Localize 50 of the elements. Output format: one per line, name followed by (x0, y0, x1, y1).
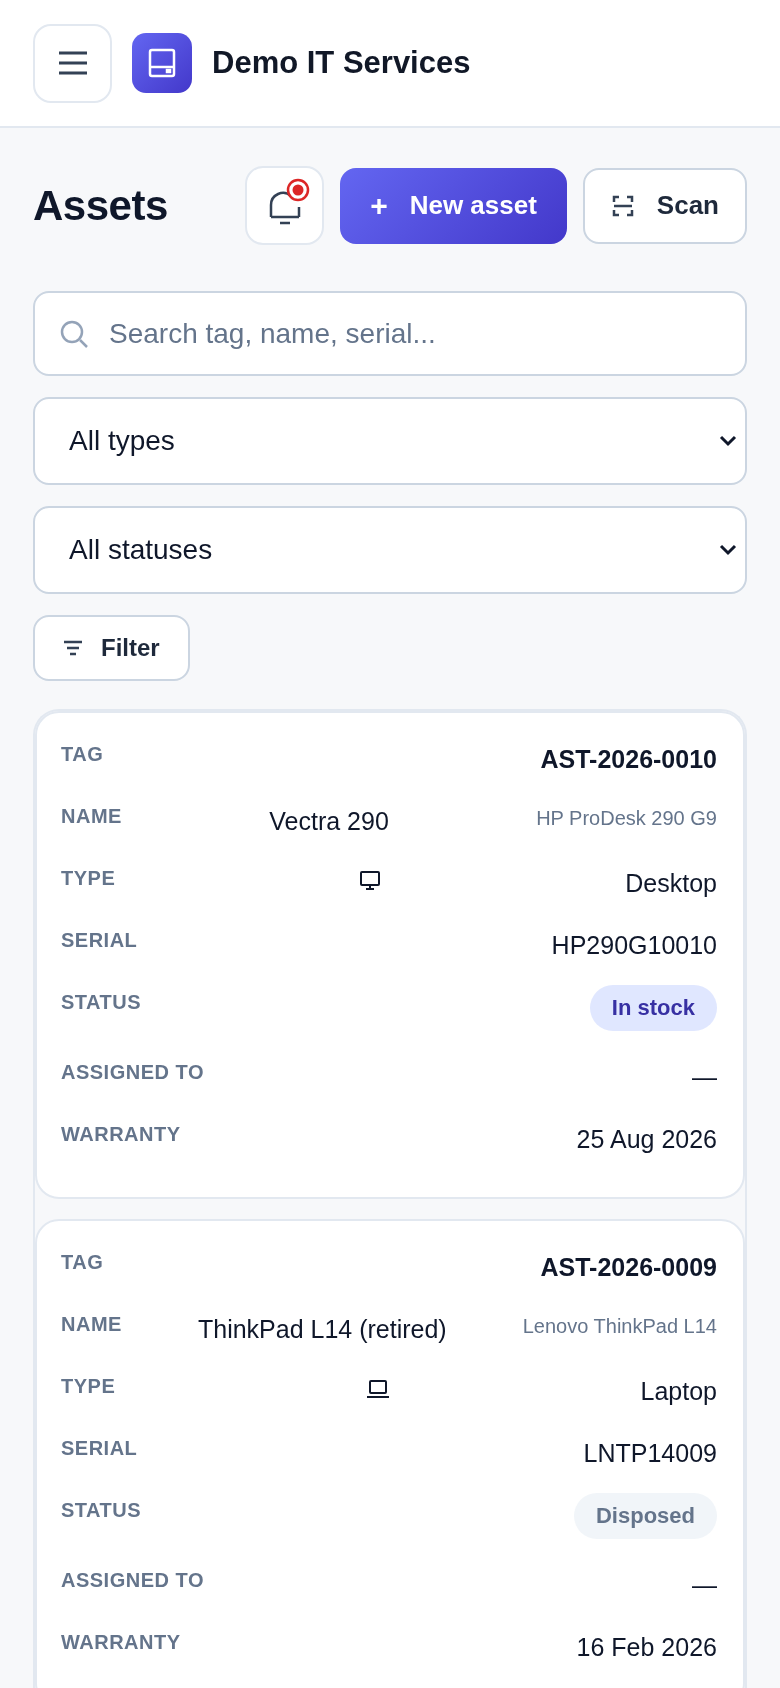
chevron-down-icon (719, 544, 737, 556)
page-title: Assets (33, 181, 169, 230)
asset-serial: LNTP14009 (583, 1438, 717, 1468)
warranty-date: 25 Aug 2026 (576, 1124, 717, 1154)
field-label: TYPE (61, 866, 116, 890)
asset-model: HP ProDesk 290 G9 (536, 806, 717, 830)
asset-type: Laptop (640, 1376, 717, 1406)
field-label: STATUS (61, 990, 142, 1014)
status-badge: In stock (589, 985, 717, 1031)
scan-icon (610, 193, 635, 218)
menu-button[interactable] (33, 23, 112, 103)
assigned-to: — (692, 1570, 717, 1600)
search-icon (59, 318, 89, 349)
field-label: TAG (61, 1250, 104, 1274)
asset-name: Vectra 290 (269, 806, 389, 836)
filter-icon (63, 640, 83, 656)
asset-model: Lenovo ThinkPad L14 (522, 1314, 717, 1338)
field-label: TAG (61, 742, 104, 766)
asset-tag: AST-2026-0010 (540, 737, 717, 774)
asset-card[interactable]: TAG AST-2026-0010 NAME Vectra 290 HP ProDesk 290 G9 TYPE Desktop SERIAL HP290G10010 STATUS In stock ASSIGNED TO — WARRANTY 25 Aug 2026 (35, 711, 745, 1199)
scan-button[interactable]: Scan (582, 167, 747, 244)
field-label: NAME (61, 804, 122, 828)
computer-tower-icon (148, 48, 176, 78)
field-label: TYPE (61, 1374, 116, 1398)
asset-type: Desktop (625, 868, 717, 898)
field-label: WARRANTY (61, 1122, 181, 1146)
field-label: STATUS (61, 1498, 142, 1522)
field-label: WARRANTY (61, 1630, 181, 1654)
asset-name: ThinkPad L14 (retired) (197, 1314, 447, 1344)
filter-select[interactable]: All statuses (33, 506, 747, 594)
search-field[interactable]: Search tag, name, serial... (33, 291, 747, 376)
field-label: NAME (61, 1312, 122, 1336)
field-label: ASSIGNED TO (61, 1568, 204, 1592)
chevron-down-icon (719, 435, 737, 447)
asset-serial: HP290G10010 (551, 930, 717, 960)
asset-tag: AST-2026-0009 (540, 1245, 717, 1282)
brand-name: Demo IT Services (212, 45, 471, 81)
asset-card[interactable]: TAG AST-2026-0009 NAME ThinkPad L14 (retired) Lenovo ThinkPad L14 TYPE Laptop SERIAL LNTP14009 STATUS Disposed ASSIGNED TO — WARRANTY 16 Feb 2026 (35, 1219, 745, 1688)
field-label: SERIAL (61, 928, 138, 952)
warranty-date: 16 Feb 2026 (576, 1632, 717, 1662)
new-asset-button[interactable]: + New asset (340, 167, 567, 244)
field-label: SERIAL (61, 1436, 138, 1460)
field-label: ASSIGNED TO (61, 1060, 204, 1084)
notifications-button[interactable] (245, 166, 325, 245)
filter-button[interactable]: Filter (33, 615, 190, 681)
filter-select[interactable]: All types (33, 397, 747, 485)
status-badge: Disposed (573, 1493, 717, 1539)
assigned-to: — (692, 1062, 717, 1092)
menu-icon (57, 50, 88, 76)
search-input[interactable]: Search tag, name, serial... (107, 316, 721, 351)
